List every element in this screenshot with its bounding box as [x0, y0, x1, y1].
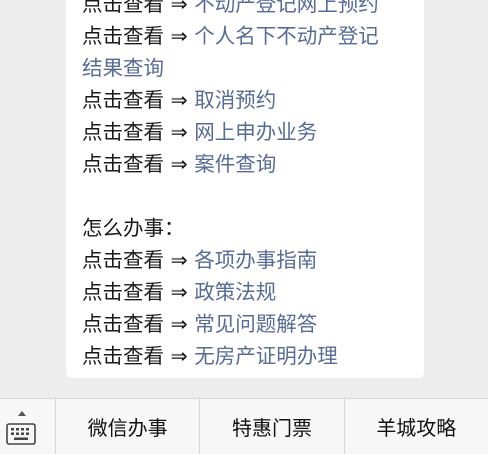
message-line: 点击查看 ⇒ 常见问题解答 — [82, 308, 379, 340]
message-line: 点击查看 ⇒ 政策法规 — [82, 276, 379, 308]
link-no-property-certificate[interactable]: 无房产证明办理 — [194, 344, 338, 368]
message-line: 点击查看 ⇒ 各项办事指南 — [82, 244, 379, 276]
link-personal-property-query[interactable]: 个人名下不动产登记 — [194, 24, 379, 48]
link-personal-property-query-cont[interactable]: 结果查询 — [82, 56, 164, 80]
message-line: 点击查看 ⇒ 个人名下不动产登记 — [82, 20, 379, 52]
line-prefix: 点击查看 ⇒ — [82, 248, 195, 272]
caret-up-icon — [18, 411, 26, 416]
line-prefix: 点击查看 ⇒ — [82, 152, 195, 176]
menu-item-discount-tickets[interactable]: 特惠门票 — [200, 399, 345, 454]
menu-item-wechat-service[interactable]: 微信办事 — [56, 399, 201, 454]
line-prefix: 点击查看 ⇒ — [82, 88, 195, 112]
link-case-query[interactable]: 案件查询 — [194, 152, 276, 176]
message-line: 点击查看 ⇒ 不动产登记网上预约 — [82, 0, 379, 20]
message-bubble: 点击查看 ⇒ 不动产登记网上预约 点击查看 ⇒ 个人名下不动产登记 结果查询 点… — [66, 0, 424, 378]
line-prefix: 点击查看 ⇒ — [82, 0, 195, 16]
message-line: 点击查看 ⇒ 无房产证明办理 — [82, 340, 379, 372]
message-line: 点击查看 ⇒ 取消预约 — [82, 84, 379, 116]
link-policies-regulations[interactable]: 政策法规 — [194, 280, 276, 304]
link-faq[interactable]: 常见问题解答 — [194, 312, 317, 336]
link-cancel-booking[interactable]: 取消预约 — [194, 88, 276, 112]
message-line: 点击查看 ⇒ 网上申办业务 — [82, 116, 379, 148]
message-lines: 点击查看 ⇒ 不动产登记网上预约 点击查看 ⇒ 个人名下不动产登记 结果查询 点… — [82, 0, 379, 372]
keyboard-toggle-button[interactable] — [0, 399, 56, 454]
link-service-guides[interactable]: 各项办事指南 — [194, 248, 317, 272]
keyboard-icon — [6, 423, 36, 445]
link-property-registration-booking[interactable]: 不动产登记网上预约 — [194, 0, 379, 16]
line-prefix: 点击查看 ⇒ — [82, 120, 195, 144]
section-heading: 怎么办事： — [82, 216, 185, 240]
chat-area: 点击查看 ⇒ 不动产登记网上预约 点击查看 ⇒ 个人名下不动产登记 结果查询 点… — [0, 0, 488, 398]
line-prefix: 点击查看 ⇒ — [82, 280, 195, 304]
bottom-menu-bar: 微信办事 特惠门票 羊城攻略 — [0, 398, 488, 454]
link-online-application[interactable]: 网上申办业务 — [194, 120, 317, 144]
line-prefix: 点击查看 ⇒ — [82, 312, 195, 336]
message-line: 点击查看 ⇒ 案件查询 — [82, 148, 379, 180]
line-prefix: 点击查看 ⇒ — [82, 24, 195, 48]
menu-item-city-guide[interactable]: 羊城攻略 — [345, 399, 488, 454]
message-line: 怎么办事： — [82, 212, 379, 244]
line-prefix: 点击查看 ⇒ — [82, 344, 195, 368]
message-line: 结果查询 — [82, 52, 379, 84]
